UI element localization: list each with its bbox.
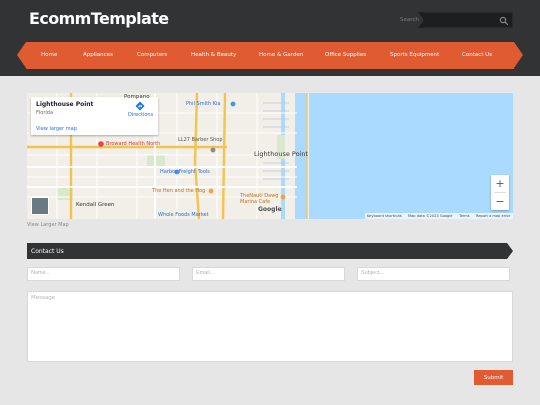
contact-title: Contact Us	[31, 248, 64, 255]
view-larger-map-link[interactable]: View larger map	[36, 126, 77, 132]
message-field-box	[27, 291, 513, 362]
zoom-out-button[interactable]: −	[491, 193, 509, 210]
poi-marker-barber[interactable]	[210, 147, 216, 153]
directions-icon[interactable]	[135, 101, 145, 111]
directions-link[interactable]: Directions	[128, 112, 153, 118]
map-footer: Keyboard shortcuts Map data ©2023 Google…	[365, 213, 513, 219]
map-label-hen: The Hen and the Hog	[152, 188, 206, 194]
map-data-credit: Map data ©2023 Google	[408, 214, 453, 218]
main-nav: Home Appliances Computers Health & Beaut…	[17, 42, 523, 69]
nav-item-computers[interactable]: Computers	[137, 52, 167, 58]
poi-marker-broward[interactable]	[98, 141, 104, 147]
keyboard-shortcuts-link[interactable]: Keyboard shortcuts	[367, 213, 402, 219]
email-field[interactable]	[196, 270, 336, 276]
nav-item-health-beauty[interactable]: Health & Beauty	[191, 52, 236, 58]
site-logo[interactable]: EcommTemplate	[29, 9, 169, 28]
place-region: Florida	[36, 110, 54, 116]
subject-field[interactable]	[361, 270, 501, 276]
nav-item-home-garden[interactable]: Home & Garden	[259, 52, 303, 58]
map-label-barber: LL27 Barber Shop	[178, 137, 223, 143]
name-field[interactable]	[31, 270, 171, 276]
poi-marker-phil-smith[interactable]	[230, 101, 236, 107]
zoom-control: + −	[491, 175, 509, 210]
search-box[interactable]	[418, 12, 513, 28]
map-label-harbor: Harbor Freight Tools	[160, 169, 210, 175]
message-field[interactable]	[31, 295, 501, 355]
nav-item-office-supplies[interactable]: Office Supplies	[325, 52, 366, 58]
submit-button[interactable]: Submit	[474, 370, 513, 385]
nav-item-appliances[interactable]: Appliances	[83, 52, 113, 58]
ocean-area	[309, 93, 513, 219]
place-name: Lighthouse Point	[36, 101, 94, 108]
zoom-in-button[interactable]: +	[491, 175, 509, 192]
map-label-nauti: TheNauti Dawg Marina Cafe	[240, 193, 279, 205]
nav-item-home[interactable]: Home	[41, 52, 57, 58]
name-field-box	[27, 267, 180, 281]
terms-link[interactable]: Terms	[459, 213, 470, 219]
google-logo: Google	[258, 206, 282, 213]
nav-item-sports-equipment[interactable]: Sports Equipment	[390, 52, 439, 58]
map-label-whole-foods: Whole Foods Market	[158, 212, 209, 218]
map-label-pompano: Pompano	[124, 94, 150, 100]
search-icon[interactable]	[499, 16, 509, 26]
map-label-kendall: Kendall Green	[76, 202, 115, 208]
poi-marker-hen[interactable]	[208, 188, 214, 194]
search-input[interactable]	[428, 15, 498, 25]
subject-field-box	[357, 267, 510, 281]
email-field-box	[192, 267, 345, 281]
search-label: Search	[400, 17, 419, 23]
map-label-phil-smith: Phil Smith Kia	[186, 101, 221, 107]
report-map-error-link[interactable]: Report a map error	[476, 213, 510, 219]
nav-item-contact-us[interactable]: Contact Us	[462, 52, 492, 58]
map-label-broward: Broward Health North	[106, 141, 161, 147]
view-larger-map-caption[interactable]: View Larger Map	[27, 222, 69, 228]
map-label-town: Lighthouse Point	[254, 150, 309, 158]
street-view-thumbnail[interactable]	[31, 197, 49, 215]
contact-section-header: Contact Us	[27, 243, 513, 259]
map-info-card: Lighthouse Point Florida View larger map…	[31, 97, 158, 135]
